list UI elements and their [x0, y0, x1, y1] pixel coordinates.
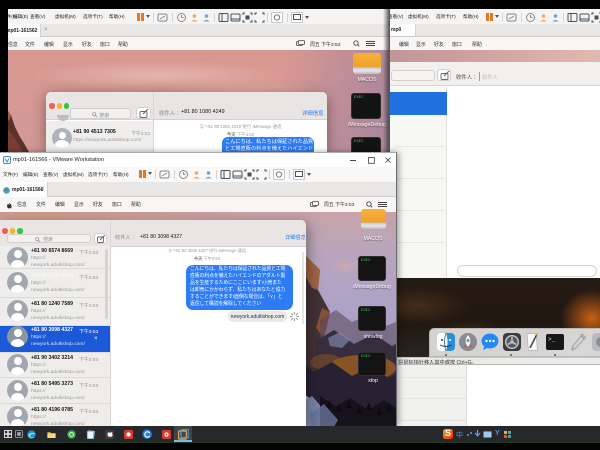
svg-text:>_: >_	[548, 336, 556, 343]
